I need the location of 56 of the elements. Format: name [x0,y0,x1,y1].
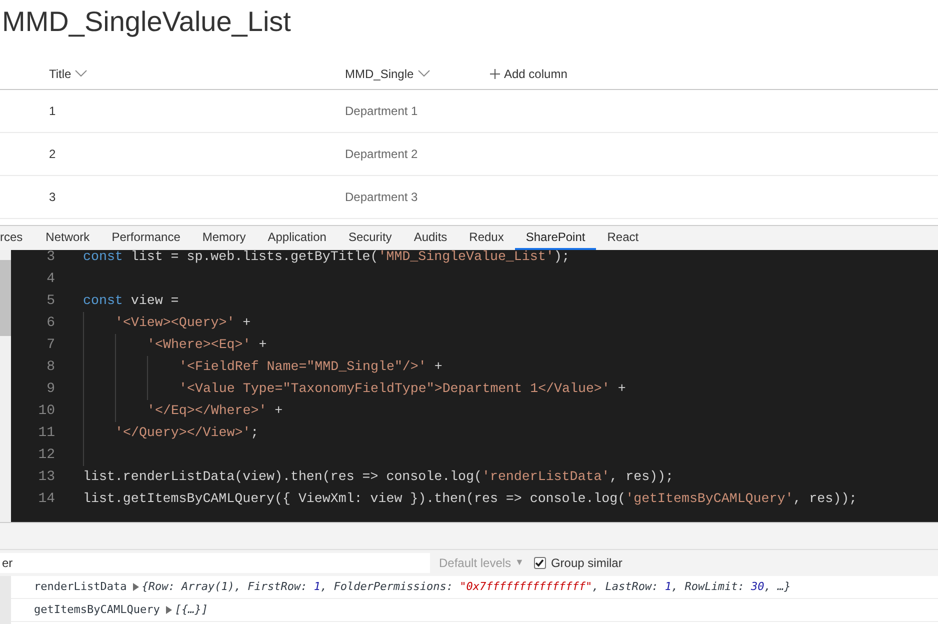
devtools-tab[interactable]: rces [0,225,35,250]
table-cell-text: Department 1 [345,103,418,120]
devtools-tab[interactable]: Performance [100,225,192,250]
checkbox[interactable] [534,557,546,569]
line-number: 4 [46,270,56,288]
line-number: 9 [46,380,56,398]
group-similar-checkbox[interactable]: Group similar [534,554,622,572]
line-number: 6 [46,314,56,332]
code-line: list.renderListData(view).then(res => console.log('renderListData', res)); [83,468,674,486]
caret-icon: ▼ [515,556,524,570]
chevron-down-icon [418,70,430,77]
table-cell-text: 2 [49,146,57,163]
line-number: 14 [37,490,56,508]
table-cell-text: 1 [49,103,57,120]
devtools-tab[interactable]: Security [337,225,403,250]
devtools-tab[interactable]: Audits [402,225,458,250]
log-label: renderListData [34,578,127,595]
devtools-tab[interactable]: Memory [191,225,257,250]
line-number: 11 [37,424,56,442]
filter-field[interactable]: er [0,553,430,573]
line-number: 5 [46,292,56,310]
code-line: '<View><Query>' + [115,314,251,332]
line-number: 3 [46,250,56,266]
plus-icon [490,68,500,78]
devtools-tab[interactable]: Network [34,225,101,250]
chevron-down-icon [75,70,88,77]
list-title: MMD_SingleValue_List [1,5,292,39]
code-line: '<FieldRef Name="MMD_Single"/>' + [179,358,442,376]
table-cell-text: Department 3 [345,189,418,206]
devtools-tab[interactable]: React [596,225,650,250]
code-line: '<Value Type="TaxonomyFieldType">Department 1</Value>' + [179,380,626,398]
line-number: 12 [37,446,56,464]
column-header[interactable]: MMD_Single [345,64,490,82]
add-column-button[interactable]: Add column [490,64,568,82]
code-line: '</Query></View>'; [115,424,259,442]
devtools-tab[interactable]: Redux [458,225,515,250]
table-cell-text: 3 [49,189,57,206]
devtools-tab[interactable]: Application [256,225,338,250]
checkmark-icon [535,559,544,567]
line-number: 7 [46,336,56,354]
expand-triangle-icon[interactable] [132,583,139,591]
code-line: const view = [83,292,179,310]
line-number: 10 [37,402,56,420]
line-number: 13 [37,468,56,486]
log-object-preview[interactable]: {Row: Array(1), FirstRow: 1, FolderPermissions: "0x7fffffffffffffff", LastRow: 1, RowLimit: 30, …} [142,578,791,596]
code-line: '</Eq></Where>' + [147,402,283,420]
code-line: list.getItemsByCAMLQuery({ ViewXml: view }).then(res => console.log('getItemsByCAMLQuery', res)); [83,490,858,508]
log-label: getItemsByCAMLQuery [34,602,160,618]
scrollbar[interactable] [0,250,11,522]
table-cell-text: Department 2 [345,146,418,163]
log-object-preview[interactable]: [{…}] [174,602,208,618]
code-line: const list = sp.web.lists.getByTitle('MMD_SingleValue_List'); [83,250,570,266]
code-line: '<Where><Eq>' + [147,336,267,354]
expand-triangle-icon[interactable] [166,606,172,614]
column-header[interactable]: Title [49,64,345,82]
line-number: 8 [46,358,56,376]
